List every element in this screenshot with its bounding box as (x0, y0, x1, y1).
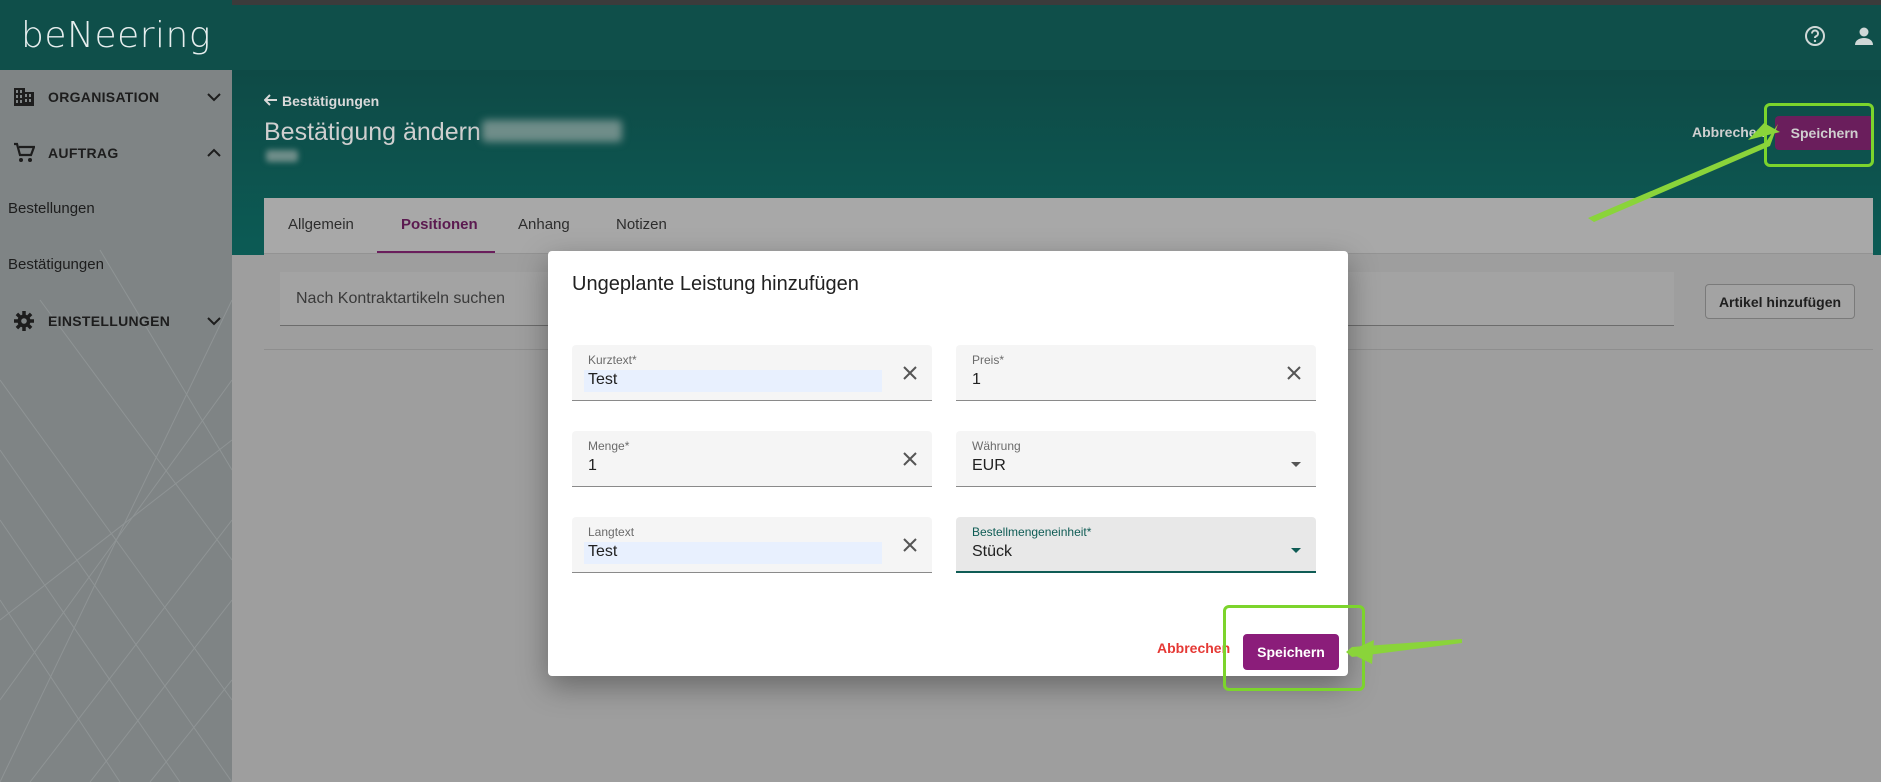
annotation-arrow (1748, 123, 1780, 140)
annotation-arrow (1348, 640, 1374, 664)
annotation-arrows (1346, 123, 1780, 664)
